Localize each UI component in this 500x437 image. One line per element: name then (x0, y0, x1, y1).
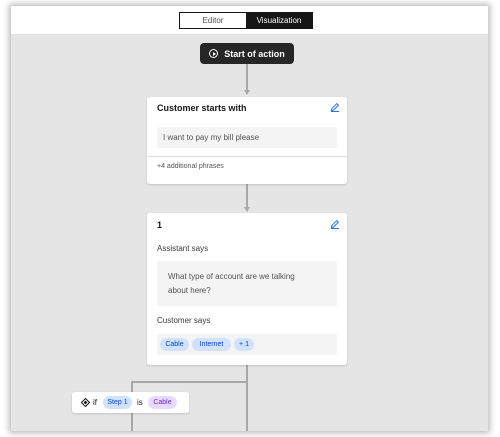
play-circle-icon (209, 49, 219, 58)
condition-step-tag[interactable]: Step 1 (103, 396, 132, 409)
tab-visualization[interactable]: Visualization (246, 13, 312, 28)
connector-arrow (243, 207, 250, 212)
start-of-action-button[interactable]: Start of action (200, 43, 294, 64)
step-card[interactable]: 1 Assistant says What type of account ar… (147, 213, 347, 365)
customer-says-label: Customer says (157, 316, 211, 325)
additional-phrases-link[interactable]: +4 additional phrases (157, 163, 224, 170)
example-phrase: I want to pay my bill please (157, 127, 337, 148)
branch-line (246, 365, 248, 431)
card-title: Customer starts with (157, 103, 247, 113)
app-window: Editor Visualization Start of action Cus… (11, 6, 488, 431)
assistant-message: What type of account are we talking abou… (157, 261, 337, 306)
card-divider (147, 156, 347, 157)
option-tag[interactable]: Cable (160, 338, 189, 351)
customer-options-box: Cable Internet + 1 (157, 334, 337, 355)
example-phrase-text: I want to pay my bill please (163, 133, 260, 142)
view-switcher: Editor Visualization (179, 12, 313, 29)
assistant-message-line: What type of account are we talking (168, 272, 295, 281)
option-tag[interactable]: Internet (192, 338, 231, 351)
top-bar: Editor Visualization (11, 6, 488, 35)
connector-line (246, 64, 248, 91)
option-tag-more[interactable]: + 1 (234, 338, 254, 351)
condition-is-text: is (137, 398, 143, 407)
connector-arrow (243, 90, 250, 95)
start-of-action-label: Start of action (224, 48, 285, 59)
customer-starts-card[interactable]: Customer starts with I want to pay my bi… (147, 97, 347, 184)
edit-pencil-icon[interactable] (330, 102, 340, 112)
step-number: 1 (157, 220, 163, 230)
condition-if-text: if (93, 398, 97, 407)
condition-value-tag[interactable]: Cable (148, 396, 177, 409)
assistant-says-label: Assistant says (157, 244, 209, 253)
branch-line (131, 381, 247, 383)
edit-pencil-icon[interactable] (330, 219, 340, 229)
condition-diamond-icon (81, 398, 90, 407)
assistant-message-line: about here? (168, 286, 211, 295)
connector-line (246, 184, 248, 208)
flow-canvas[interactable]: Start of action Customer starts with I w… (11, 35, 488, 431)
condition-node[interactable]: if Step 1 is Cable (72, 392, 189, 413)
tab-editor[interactable]: Editor (180, 13, 246, 28)
